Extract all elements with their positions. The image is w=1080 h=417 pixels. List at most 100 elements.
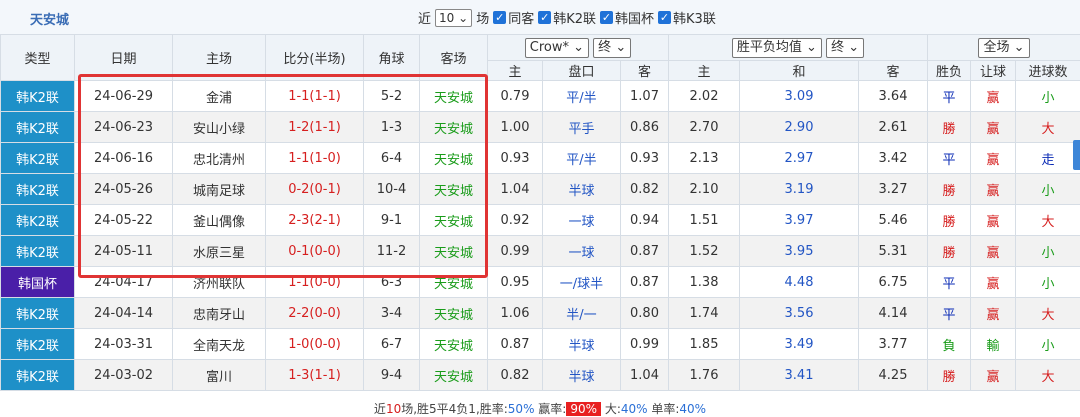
league-cell[interactable]: 韩K2联 <box>1 360 75 391</box>
home-team-cell[interactable]: 安山小绿 <box>173 112 266 143</box>
odds-lose: 5.31 <box>859 236 928 267</box>
league-cell[interactable]: 韩K2联 <box>1 112 75 143</box>
table-row: 韩K2联24-06-29金浦1-1(1-1)5-2天安城0.79平/半1.072… <box>1 81 1080 112</box>
ah-cell: 赢 <box>971 267 1016 298</box>
over-rate: 40% <box>621 402 648 416</box>
handicap-home-odds: 0.95 <box>488 267 543 298</box>
result-cell: 勝 <box>928 174 971 205</box>
league-cell[interactable]: 韩国杯 <box>1 267 75 298</box>
ah-cell: 赢 <box>971 81 1016 112</box>
handicap-away-odds: 0.87 <box>621 267 669 298</box>
league-cell[interactable]: 韩K2联 <box>1 174 75 205</box>
same-host-checkbox[interactable]: ✓同客 <box>493 8 534 27</box>
away-team-cell[interactable]: 天安城 <box>420 236 488 267</box>
odds-lose: 4.14 <box>859 298 928 329</box>
range-select[interactable]: 全场 ⌄ <box>978 38 1029 58</box>
odds-lose: 6.75 <box>859 267 928 298</box>
odds-win: 1.85 <box>669 329 740 360</box>
ah-cell: 赢 <box>971 143 1016 174</box>
league-label: 韩国杯 <box>615 8 654 27</box>
home-team-cell[interactable]: 釜山偶像 <box>173 205 266 236</box>
away-team-cell[interactable]: 天安城 <box>420 174 488 205</box>
handicap-line: 一球 <box>543 236 621 267</box>
away-team-cell[interactable]: 天安城 <box>420 205 488 236</box>
ou-cell: 大 <box>1016 112 1080 143</box>
table-row: 韩K2联24-04-14忠南牙山2-2(0-0)3-4天安城1.06半/一0.8… <box>1 298 1080 329</box>
corner-cell: 6-4 <box>364 143 420 174</box>
league-cell[interactable]: 韩K2联 <box>1 143 75 174</box>
league-cell[interactable]: 韩K2联 <box>1 236 75 267</box>
handicap-header: Crow* ⌄ 终 ⌄ <box>488 35 669 61</box>
home-team-cell[interactable]: 水原三星 <box>173 236 266 267</box>
home-team-cell[interactable]: 忠北清州 <box>173 143 266 174</box>
home-team-cell[interactable]: 城南足球 <box>173 174 266 205</box>
col-type: 类型 <box>1 35 75 81</box>
result-cell: 負 <box>928 329 971 360</box>
away-team-cell[interactable]: 天安城 <box>420 81 488 112</box>
league-checkbox-k3[interactable]: ✓韩K3联 <box>658 8 716 27</box>
home-team-cell[interactable]: 忠南牙山 <box>173 298 266 329</box>
league-checkbox-cup[interactable]: ✓韩国杯 <box>600 8 654 27</box>
result-cell: 平 <box>928 143 971 174</box>
home-team-cell[interactable]: 金浦 <box>173 81 266 112</box>
result-cell: 平 <box>928 267 971 298</box>
away-team-cell[interactable]: 天安城 <box>420 112 488 143</box>
home-team-cell[interactable]: 全南天龙 <box>173 329 266 360</box>
col-date: 日期 <box>75 35 173 81</box>
table-row: 韩国杯24-04-17济州联队1-1(0-0)6-3天安城0.95一/球半0.8… <box>1 267 1080 298</box>
away-team-cell[interactable]: 天安城 <box>420 329 488 360</box>
league-checkbox-k2[interactable]: ✓韩K2联 <box>538 8 596 27</box>
col-handicap-home: 主 <box>488 61 543 81</box>
checkbox-checked-icon: ✓ <box>538 11 551 24</box>
date-cell: 24-04-17 <box>75 267 173 298</box>
col-corner: 角球 <box>364 35 420 81</box>
ah-cell: 赢 <box>971 360 1016 391</box>
company-select[interactable]: Crow* ⌄ <box>525 38 589 58</box>
footer-text: 近 <box>374 402 386 416</box>
period-value: 终 <box>598 40 611 55</box>
ou-cell: 大 <box>1016 298 1080 329</box>
league-cell[interactable]: 韩K2联 <box>1 298 75 329</box>
corner-cell: 3-4 <box>364 298 420 329</box>
handicap-home-odds: 1.06 <box>488 298 543 329</box>
odds-win: 2.70 <box>669 112 740 143</box>
away-team-cell[interactable]: 天安城 <box>420 267 488 298</box>
league-cell[interactable]: 韩K2联 <box>1 81 75 112</box>
handicap-line: 半球 <box>543 174 621 205</box>
score-cell: 0-2(0-1) <box>266 174 364 205</box>
handicap-away-odds: 0.87 <box>621 236 669 267</box>
away-team-cell[interactable]: 天安城 <box>420 143 488 174</box>
away-team-cell[interactable]: 天安城 <box>420 360 488 391</box>
odds-draw: 3.19 <box>740 174 859 205</box>
ah-cell: 輸 <box>971 329 1016 360</box>
league-cell[interactable]: 韩K2联 <box>1 329 75 360</box>
away-team-cell[interactable]: 天安城 <box>420 298 488 329</box>
odds-draw: 3.09 <box>740 81 859 112</box>
ou-cell: 小 <box>1016 174 1080 205</box>
handicap-period-select[interactable]: 终 ⌄ <box>593 38 631 58</box>
odds-win: 2.10 <box>669 174 740 205</box>
result-cell: 勝 <box>928 205 971 236</box>
odds-lose: 3.27 <box>859 174 928 205</box>
odds-period-select[interactable]: 终 ⌄ <box>826 38 864 58</box>
handicap-home-odds: 0.82 <box>488 360 543 391</box>
ah-cell: 赢 <box>971 236 1016 267</box>
col-odds-win: 主 <box>669 61 740 81</box>
match-count-select[interactable]: 10 ⌄ <box>435 9 472 27</box>
league-cell[interactable]: 韩K2联 <box>1 205 75 236</box>
table-row: 韩K2联24-05-26城南足球0-2(0-1)10-4天安城1.04半球0.8… <box>1 174 1080 205</box>
odds-type-select[interactable]: 胜平负均值 ⌄ <box>732 38 822 58</box>
score-cell: 0-1(0-0) <box>266 236 364 267</box>
range-value: 全场 <box>983 40 1009 55</box>
home-team-cell[interactable]: 富川 <box>173 360 266 391</box>
odds-draw: 2.90 <box>740 112 859 143</box>
odds-draw: 3.49 <box>740 329 859 360</box>
score-cell: 1-3(1-1) <box>266 360 364 391</box>
corner-cell: 9-1 <box>364 205 420 236</box>
team-title[interactable]: 天安城 <box>30 9 69 28</box>
odds-lose: 4.25 <box>859 360 928 391</box>
ou-cell: 走 <box>1016 143 1080 174</box>
handicap-line: 平/半 <box>543 81 621 112</box>
home-team-cell[interactable]: 济州联队 <box>173 267 266 298</box>
side-scroll-tab[interactable] <box>1073 140 1080 170</box>
